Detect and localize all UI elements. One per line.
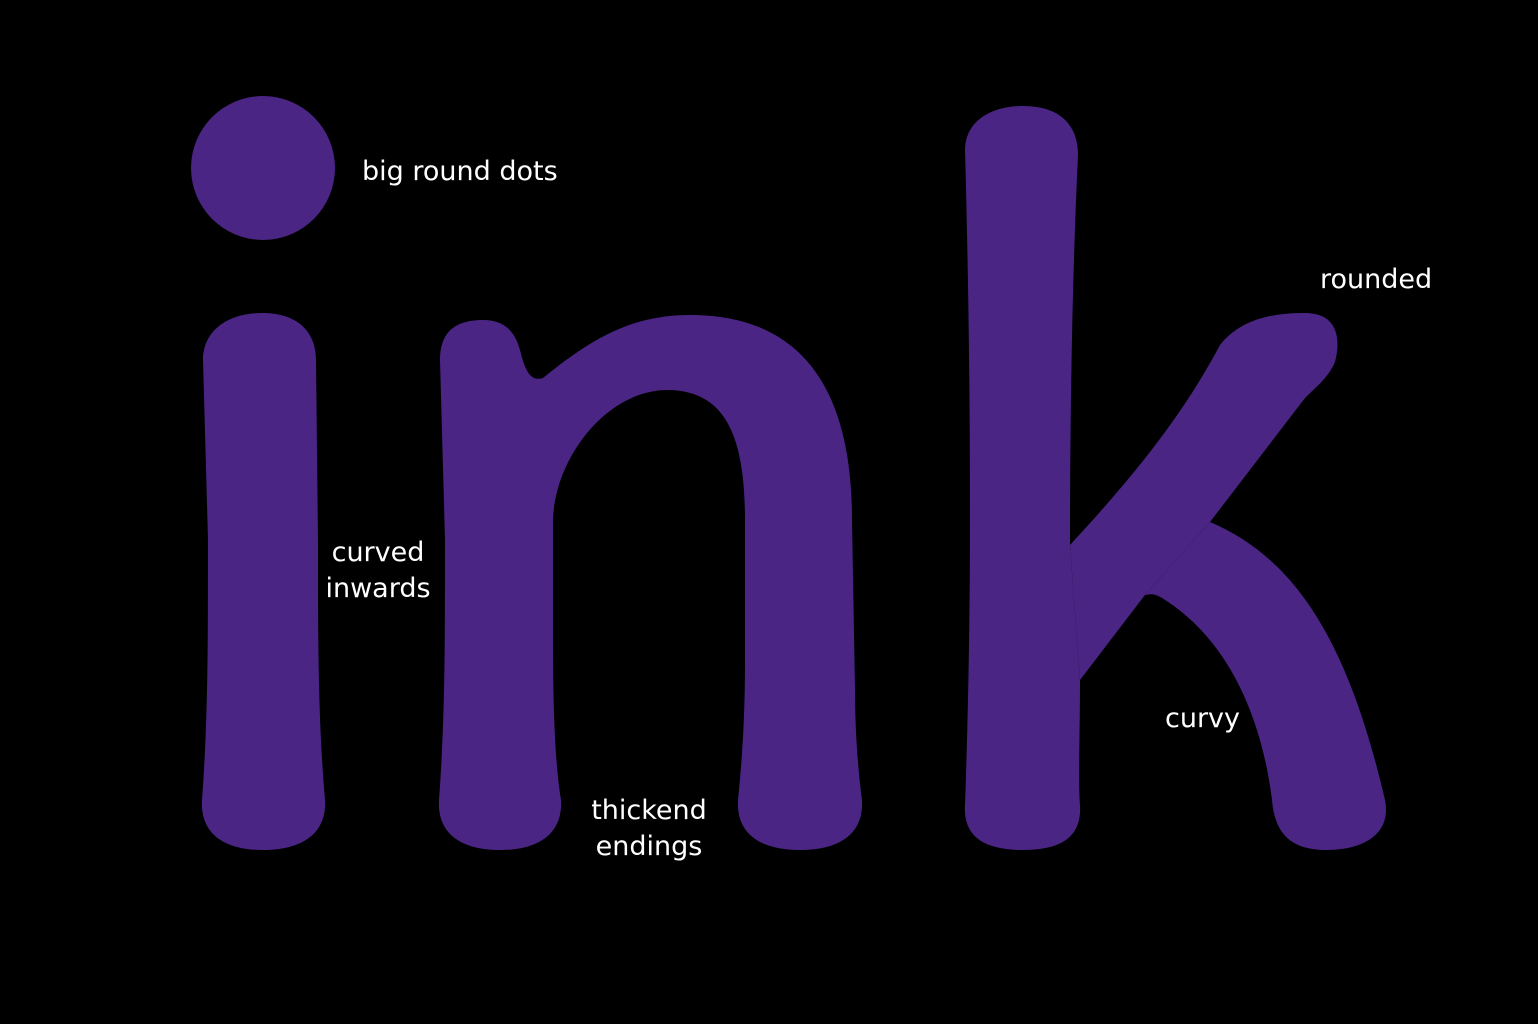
label-curved-inwards: curved inwards <box>318 535 438 607</box>
letter-k-stem <box>964 106 1081 850</box>
letter-i-dot <box>191 96 335 240</box>
label-curvy: curvy <box>1165 703 1241 734</box>
label-thickend-endings: thickend endings <box>584 793 714 865</box>
label-curved-inwards-line-2: inwards <box>325 573 431 604</box>
letter-n <box>438 315 863 850</box>
letter-i-stem <box>201 313 326 850</box>
label-rounded: rounded <box>1320 264 1433 295</box>
letter-k-leg <box>1145 522 1387 850</box>
label-thickend-endings-line-1: thickend <box>591 795 707 826</box>
label-curved-inwards-line-1: curved <box>331 537 425 568</box>
typography-diagram: big round dots rounded curved inwards th… <box>0 0 1538 1024</box>
label-big-round-dots: big round dots <box>362 156 558 187</box>
label-thickend-endings-line-2: endings <box>595 831 703 862</box>
ink-word-glyphs <box>191 96 1387 850</box>
